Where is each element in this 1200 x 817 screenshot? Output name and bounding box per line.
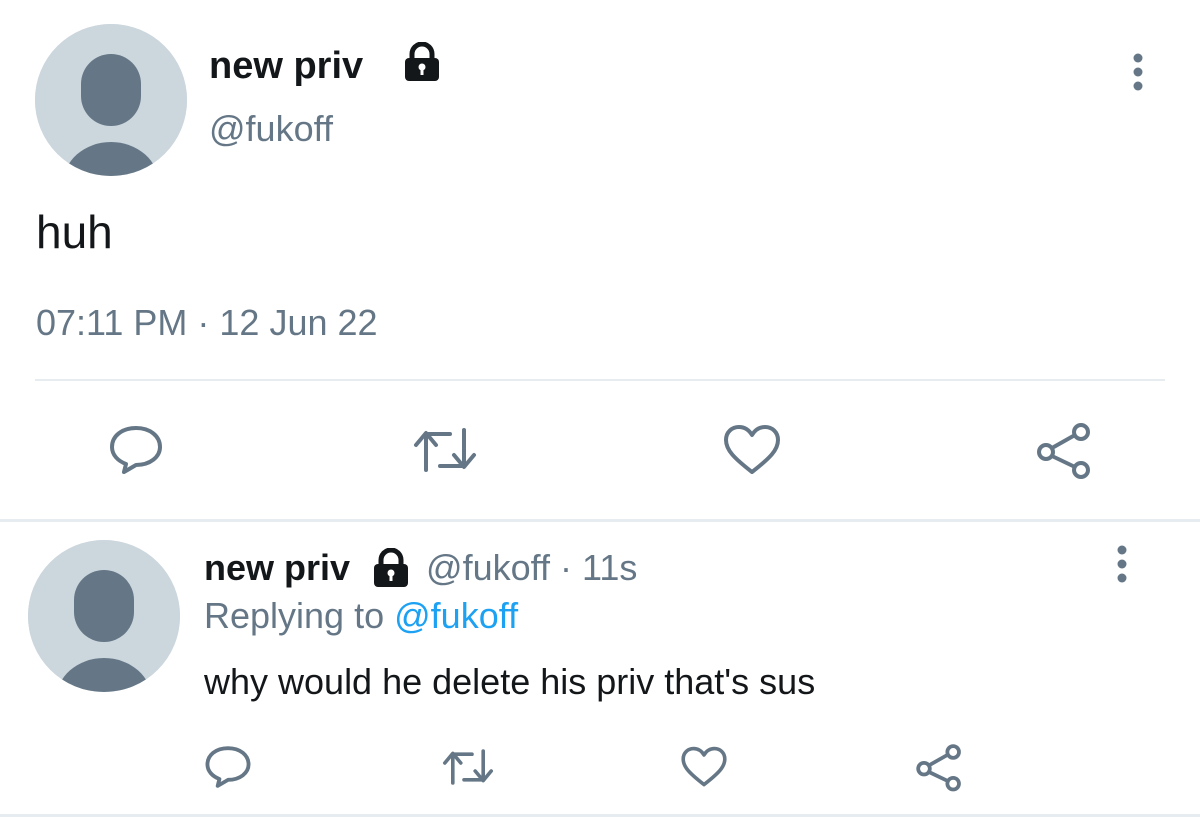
default-avatar-icon <box>35 24 187 176</box>
tweet-timestamp[interactable]: 07:11 PM · 12 Jun 22 <box>36 302 378 344</box>
lock-icon <box>370 547 412 588</box>
reply-icon[interactable] <box>204 744 252 790</box>
more-vertical-icon[interactable] <box>1124 52 1152 92</box>
retweet-icon[interactable] <box>410 424 480 476</box>
share-icon[interactable] <box>914 742 964 792</box>
user-handle[interactable]: @fukoff <box>426 546 550 590</box>
lock-icon <box>401 41 443 82</box>
tweet-separator <box>0 519 1200 522</box>
like-icon[interactable] <box>680 744 728 790</box>
reply-icon[interactable] <box>108 424 164 476</box>
tweet-time[interactable]: 11s <box>582 546 637 590</box>
replying-to-link[interactable]: @fukoff <box>394 595 518 636</box>
share-icon[interactable] <box>1034 420 1094 480</box>
replying-to-label: Replying to <box>204 595 385 636</box>
user-handle[interactable]: @fukoff <box>209 108 333 150</box>
like-icon[interactable] <box>722 424 782 476</box>
more-vertical-icon[interactable] <box>1108 544 1136 584</box>
avatar[interactable] <box>28 540 180 692</box>
avatar[interactable] <box>35 24 187 176</box>
retweet-icon[interactable] <box>440 746 496 788</box>
display-name[interactable]: new priv <box>209 44 363 88</box>
reply-header: new priv @fukoff · 11s <box>204 546 637 590</box>
replying-to: Replying to @fukoff <box>204 594 518 638</box>
tweet-text: huh <box>36 206 113 258</box>
default-avatar-icon <box>28 540 180 692</box>
tweet-text: why would he delete his priv that's sus <box>204 661 816 702</box>
divider <box>35 379 1165 381</box>
separator-dot: · <box>560 547 572 588</box>
display-name[interactable]: new priv <box>204 546 350 590</box>
